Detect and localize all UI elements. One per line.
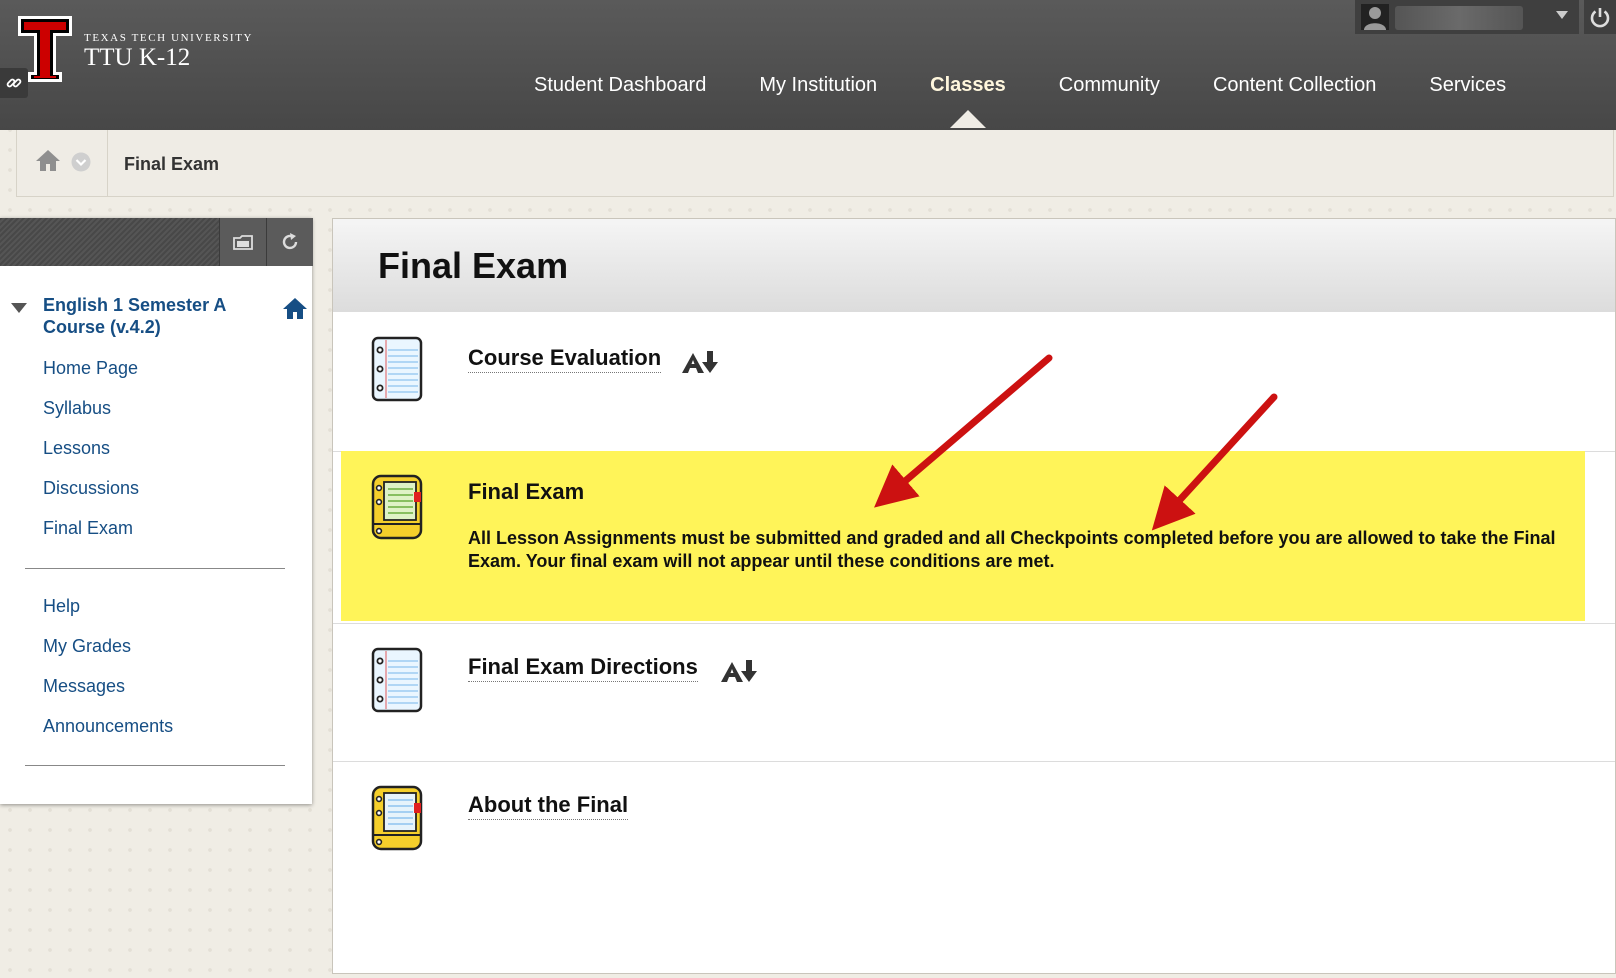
course-menu-secondary: Help My Grades Messages Announcements	[43, 596, 173, 756]
course-home-icon[interactable]	[282, 296, 308, 320]
tab-community[interactable]: Community	[1059, 74, 1160, 97]
user-silhouette-icon	[1364, 7, 1386, 30]
content-item-about-the-final[interactable]: About the Final	[468, 792, 629, 820]
avatar	[1361, 4, 1389, 30]
sidebar-item-home-page[interactable]: Home Page	[43, 358, 139, 398]
breadcrumb: Final Exam	[16, 130, 1614, 197]
university-name: TEXAS TECH UNIVERSITY	[84, 32, 254, 44]
content-item-description: All Lesson Assignments must be submitted…	[468, 528, 1556, 571]
chevron-down-icon[interactable]	[71, 152, 91, 172]
notebook-icon	[371, 647, 423, 713]
active-tab-indicator	[949, 110, 986, 128]
collapse-caret-icon[interactable]	[10, 302, 28, 314]
logout-button[interactable]	[1584, 0, 1616, 34]
site-name: TTU K-12	[84, 44, 191, 71]
quick-links-button[interactable]	[0, 68, 28, 98]
sidebar-divider	[25, 765, 285, 766]
content-area: Final Exam Course Evaluation Final Exam …	[332, 218, 1616, 974]
link-icon	[6, 78, 22, 88]
folder-icon	[233, 235, 253, 250]
main-nav: Student Dashboard My Institution Classes…	[534, 74, 1506, 128]
adaptive-release-icon[interactable]	[719, 658, 759, 684]
page-title: Final Exam	[378, 245, 569, 286]
power-icon	[1590, 8, 1610, 28]
sidebar-item-lessons[interactable]: Lessons	[43, 438, 139, 478]
item-divider	[333, 761, 1615, 762]
sidebar-item-announcements[interactable]: Announcements	[43, 716, 173, 756]
top-navigation-bar: TEXAS TECH UNIVERSITY TTU K-12 Student D…	[0, 0, 1616, 130]
sidebar-item-final-exam[interactable]: Final Exam	[43, 518, 139, 558]
notebook-icon	[371, 336, 423, 402]
sidebar-divider	[25, 568, 285, 569]
folder-view-button[interactable]	[219, 218, 266, 266]
sidebar-item-discussions[interactable]: Discussions	[43, 478, 139, 518]
content-item-final-exam-directions[interactable]: Final Exam Directions	[468, 654, 698, 682]
item-divider	[333, 623, 1615, 624]
tab-student-dashboard[interactable]: Student Dashboard	[534, 74, 706, 97]
home-icon[interactable]	[35, 148, 61, 172]
user-menu[interactable]	[1355, 0, 1579, 34]
chevron-down-icon	[1556, 11, 1568, 19]
sidebar-item-syllabus[interactable]: Syllabus	[43, 398, 139, 438]
refresh-icon	[282, 233, 298, 250]
course-title[interactable]: English 1 Semester A Course (v.4.2)	[43, 294, 258, 338]
breadcrumb-divider	[107, 130, 108, 196]
adaptive-release-icon[interactable]	[680, 349, 720, 375]
tab-classes[interactable]: Classes	[930, 74, 1006, 128]
tab-services[interactable]: Services	[1429, 74, 1506, 97]
user-name-redacted	[1395, 6, 1523, 30]
course-menu: English 1 Semester A Course (v.4.2) Home…	[0, 218, 313, 804]
tab-content-collection[interactable]: Content Collection	[1213, 74, 1376, 97]
refresh-button[interactable]	[266, 218, 313, 266]
sidebar-item-help[interactable]: Help	[43, 596, 173, 636]
tab-classes-label: Classes	[930, 74, 1006, 96]
content-item-final-exam[interactable]: Final Exam	[468, 479, 584, 506]
sidebar-item-messages[interactable]: Messages	[43, 676, 173, 716]
test-icon	[371, 474, 423, 540]
tab-my-institution[interactable]: My Institution	[759, 74, 877, 97]
breadcrumb-current: Final Exam	[124, 154, 220, 174]
content-header: Final Exam	[333, 219, 1615, 312]
sidebar-item-my-grades[interactable]: My Grades	[43, 636, 173, 676]
course-menu-toolbar	[0, 218, 313, 266]
course-menu-primary: Home Page Syllabus Lessons Discussions F…	[43, 358, 139, 558]
test-icon	[371, 785, 423, 851]
content-item-course-evaluation[interactable]: Course Evaluation	[468, 345, 662, 373]
